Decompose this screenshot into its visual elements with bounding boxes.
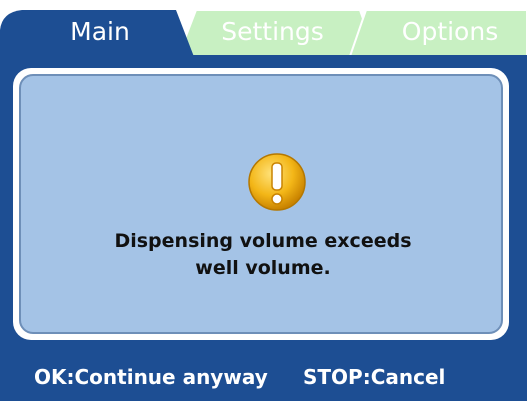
stop-cancel-hint[interactable]: STOP:Cancel <box>303 365 445 389</box>
warning-dialog: Dispensing volume exceeds well volume. <box>19 74 503 334</box>
dialog-frame: Dispensing volume exceeds well volume. <box>13 68 509 340</box>
ok-continue-hint[interactable]: OK:Continue anyway <box>34 365 268 389</box>
warning-exclamation-icon <box>248 153 306 211</box>
main-panel: Dispensing volume exceeds well volume. <box>0 55 527 355</box>
message-line-1: Dispensing volume exceeds <box>114 230 412 252</box>
tab-settings[interactable]: Settings <box>200 17 345 47</box>
message-line-2: well volume. <box>195 257 331 279</box>
tab-bar: Main Settings Options <box>0 0 527 62</box>
device-screen: Main Settings Options Dispensing volume … <box>0 0 527 401</box>
key-hint-bar: OK:Continue anyway STOP:Cancel <box>0 355 527 401</box>
dialog-message: Dispensing volume exceeds well volume. <box>21 228 505 282</box>
tab-main[interactable]: Main <box>30 17 170 47</box>
tab-options[interactable]: Options <box>375 17 525 47</box>
